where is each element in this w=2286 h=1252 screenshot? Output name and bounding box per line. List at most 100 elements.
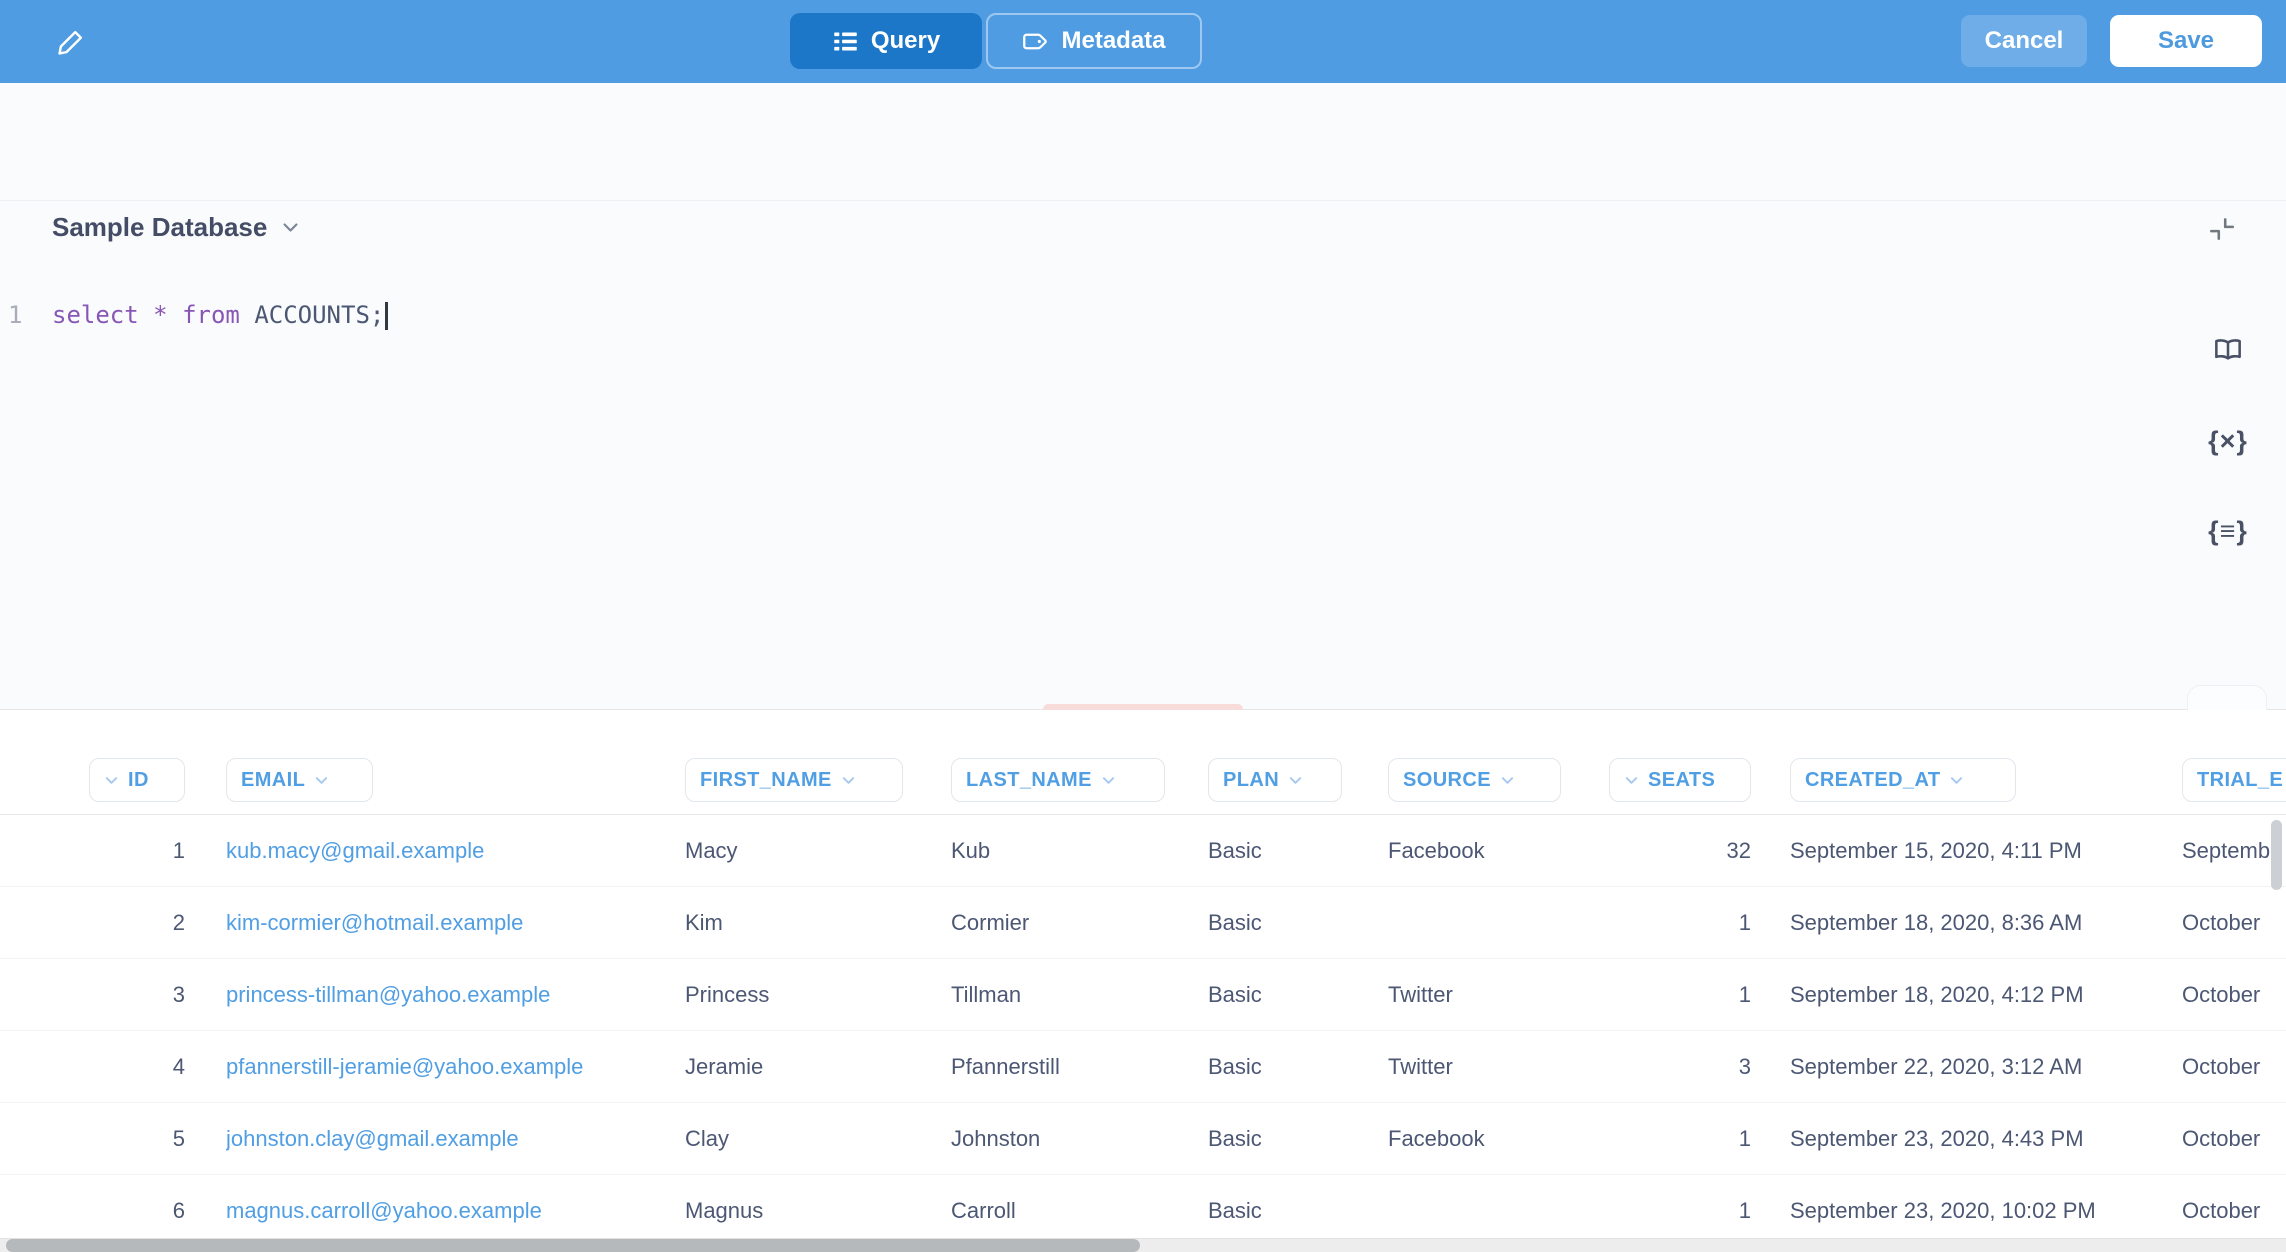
table-row: 6 magnus.carroll@yahoo.example MagnusCarro… — [0, 1175, 2286, 1247]
cell-id[interactable]: 5 — [65, 1103, 185, 1174]
cell-last_name[interactable]: Johnston — [951, 1103, 1196, 1174]
metadata-tag-icon — [1022, 28, 1049, 55]
cell-plan[interactable]: Basic — [1208, 1103, 1373, 1174]
sort-chevron-icon — [841, 773, 856, 788]
database-selector[interactable]: Sample Database — [52, 212, 300, 243]
column-header-label: EMAIL — [241, 769, 305, 792]
editor-divider — [0, 200, 2286, 201]
variables-button[interactable]: {×} — [2203, 423, 2253, 459]
cell-plan[interactable]: Basic — [1208, 887, 1373, 958]
column-header-seats[interactable]: SEATS — [1609, 758, 1751, 802]
cell-created_at[interactable]: September 23, 2020, 4:43 PM — [1790, 1103, 2135, 1174]
email-link-cell[interactable]: magnus.carroll@yahoo.example — [226, 1175, 666, 1246]
tab-query[interactable]: Query — [790, 13, 982, 69]
tab-query-label: Query — [871, 27, 940, 55]
pencil-icon[interactable] — [55, 26, 87, 58]
column-header-label: SEATS — [1648, 769, 1715, 792]
data-reference-book-icon — [2210, 333, 2246, 369]
cell-plan[interactable]: Basic — [1208, 959, 1373, 1030]
email-link-cell[interactable]: pfannerstill-jeramie@yahoo.example — [226, 1031, 666, 1102]
cell-first_name[interactable]: Jeramie — [685, 1031, 935, 1102]
cell-id[interactable]: 3 — [65, 959, 185, 1030]
column-header-email[interactable]: EMAIL — [226, 758, 373, 802]
cell-created_at[interactable]: September 23, 2020, 10:02 PM — [1790, 1175, 2135, 1246]
cancel-button[interactable]: Cancel — [1961, 15, 2087, 67]
column-header-first_name[interactable]: FIRST_NAME — [685, 758, 903, 802]
top-navbar: Query Metadata Cancel Save — [0, 0, 2286, 83]
native-query-editor-page: Query Metadata Cancel Save Sample Databa… — [0, 0, 2286, 1252]
cell-first_name[interactable]: Kim — [685, 887, 935, 958]
save-button[interactable]: Save — [2110, 15, 2262, 67]
cell-source[interactable] — [1388, 887, 1593, 958]
sort-chevron-icon — [314, 773, 329, 788]
table-row: 4 pfannerstill-jeramie@yahoo.example Jeram… — [0, 1031, 2286, 1103]
table-row: 3princess-tillman@yahoo.examplePrincessT… — [0, 959, 2286, 1031]
cell-source[interactable]: Facebook — [1388, 1103, 1593, 1174]
cell-last_name[interactable]: Kub — [951, 815, 1196, 886]
cell-id[interactable]: 1 — [65, 815, 185, 886]
cell-plan[interactable]: Basic — [1208, 1031, 1373, 1102]
variables-icon: {×} — [2208, 426, 2248, 457]
cell-first_name[interactable]: Princess — [685, 959, 935, 1030]
cell-last_name[interactable]: Carroll — [951, 1175, 1196, 1246]
sort-chevron-icon — [1500, 773, 1515, 788]
cell-source[interactable] — [1388, 1175, 1593, 1246]
cell-seats[interactable]: 32 — [1601, 815, 1751, 886]
cell-source[interactable]: Twitter — [1388, 1031, 1593, 1102]
cell-last_name[interactable]: Pfannerstill — [951, 1031, 1196, 1102]
cell-first_name[interactable]: Macy — [685, 815, 935, 886]
cell-trial_ends[interactable]: October — [2182, 959, 2286, 1030]
email-link-cell[interactable]: kim-cormier@hotmail.example — [226, 887, 666, 958]
table-row: 5 johnston.clay@gmail.example ClayJohnston… — [0, 1103, 2286, 1175]
column-header-source[interactable]: SOURCE — [1388, 758, 1561, 802]
cell-first_name[interactable]: Magnus — [685, 1175, 935, 1246]
column-header-trial_e[interactable]: TRIAL_E — [2182, 758, 2286, 802]
cell-seats[interactable]: 1 — [1601, 1175, 1751, 1246]
cell-id[interactable]: 2 — [65, 887, 185, 958]
email-link-cell[interactable]: johnston.clay@gmail.example — [226, 1103, 666, 1174]
email-link-cell[interactable]: kub.macy@gmail.example — [226, 815, 666, 886]
column-header-label: LAST_NAME — [966, 769, 1092, 792]
cell-last_name[interactable]: Tillman — [951, 959, 1196, 1030]
column-header-plan[interactable]: PLAN — [1208, 758, 1342, 802]
column-header-label: SOURCE — [1403, 769, 1491, 792]
sort-chevron-icon — [1624, 773, 1639, 788]
vertical-scrollbar-thumb[interactable] — [2271, 820, 2282, 890]
cell-created_at[interactable]: September 18, 2020, 8:36 AM — [1790, 887, 2135, 958]
sql-editor-panel: Sample Database 1 select * from ACCOUNTS… — [0, 83, 2286, 710]
line-number: 1 — [8, 297, 38, 333]
cell-source[interactable]: Twitter — [1388, 959, 1593, 1030]
snippets-button[interactable]: {≡} — [2203, 513, 2253, 549]
cell-trial_ends[interactable]: October — [2182, 887, 2286, 958]
column-header-label: TRIAL_E — [2197, 769, 2283, 792]
cell-seats[interactable]: 3 — [1601, 1031, 1751, 1102]
cell-created_at[interactable]: September 22, 2020, 3:12 AM — [1790, 1031, 2135, 1102]
table-row: 1 kub.macy@gmail.example MacyKubBasicFaceb… — [0, 815, 2286, 887]
cell-source[interactable]: Facebook — [1388, 815, 1593, 886]
collapse-editor-button[interactable] — [2202, 209, 2242, 249]
data-reference-button[interactable] — [2208, 331, 2248, 371]
cell-created_at[interactable]: September 15, 2020, 4:11 PM — [1790, 815, 2135, 886]
cell-plan[interactable]: Basic — [1208, 815, 1373, 886]
cell-trial_ends[interactable]: October — [2182, 1175, 2286, 1246]
tab-metadata[interactable]: Metadata — [986, 13, 1202, 69]
cell-seats[interactable]: 1 — [1601, 959, 1751, 1030]
cell-id[interactable]: 4 — [65, 1031, 185, 1102]
text-cursor — [385, 302, 388, 330]
column-header-last_name[interactable]: LAST_NAME — [951, 758, 1165, 802]
cell-plan[interactable]: Basic — [1208, 1175, 1373, 1246]
cell-seats[interactable]: 1 — [1601, 887, 1751, 958]
cell-trial_ends[interactable]: October — [2182, 1031, 2286, 1102]
cell-last_name[interactable]: Cormier — [951, 887, 1196, 958]
column-header-created_at[interactable]: CREATED_AT — [1790, 758, 2016, 802]
sql-code-line[interactable]: select * from ACCOUNTS; — [52, 297, 388, 333]
email-link-cell[interactable]: princess-tillman@yahoo.example — [226, 959, 666, 1030]
horizontal-scrollbar-thumb[interactable] — [6, 1239, 1140, 1252]
cell-created_at[interactable]: September 18, 2020, 4:12 PM — [1790, 959, 2135, 1030]
cell-first_name[interactable]: Clay — [685, 1103, 935, 1174]
cell-id[interactable]: 6 — [65, 1175, 185, 1246]
collapse-editor-icon — [2207, 214, 2237, 244]
cell-trial_ends[interactable]: October — [2182, 1103, 2286, 1174]
cell-seats[interactable]: 1 — [1601, 1103, 1751, 1174]
column-header-id[interactable]: ID — [89, 758, 185, 802]
